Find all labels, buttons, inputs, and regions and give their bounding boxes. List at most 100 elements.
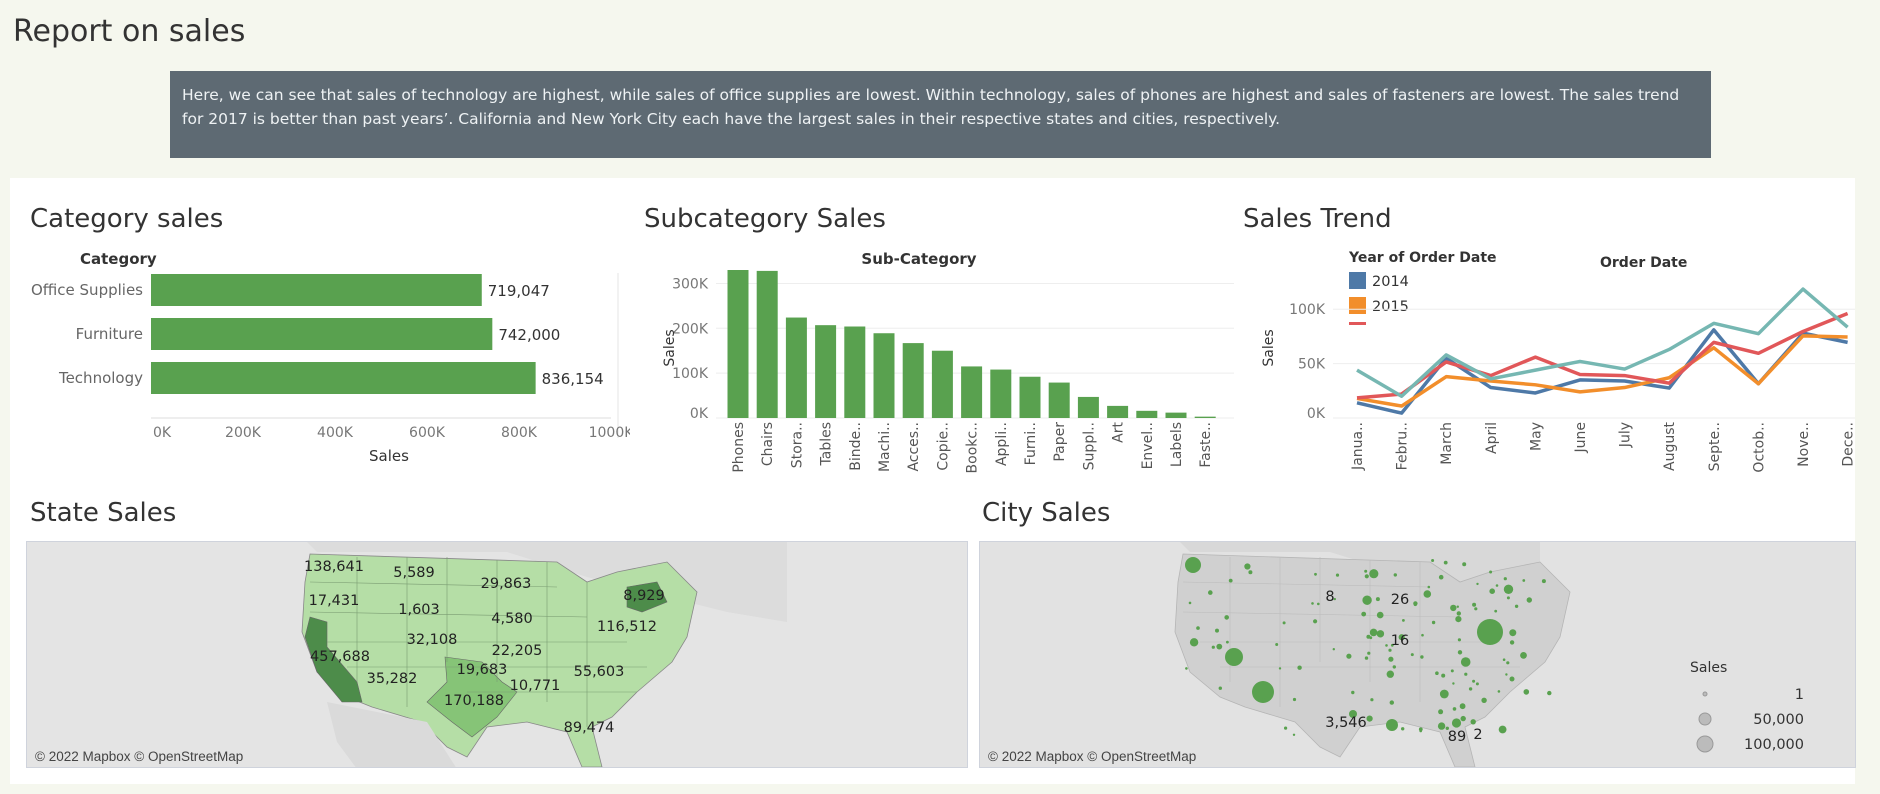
page-title: Report on sales bbox=[13, 14, 246, 49]
city-legend-label: 100,000 bbox=[1744, 737, 1804, 753]
city-bubble bbox=[1456, 611, 1461, 616]
subcategory-bar bbox=[727, 270, 749, 418]
subcategory-x-tick: Binde.. bbox=[848, 422, 864, 471]
state-value-label: 5,589 bbox=[393, 565, 435, 581]
subcategory-x-tick: Bookc.. bbox=[965, 422, 981, 473]
city-bubble bbox=[1185, 667, 1188, 670]
city-bubble bbox=[1311, 602, 1314, 605]
state-value-label: 22,205 bbox=[492, 643, 543, 659]
city-bubble bbox=[1346, 653, 1352, 659]
city-bubble bbox=[1497, 690, 1501, 693]
city-legend-circle bbox=[1696, 735, 1714, 753]
city-bubble bbox=[1451, 718, 1462, 728]
state-map-graphic: 138,641 5,589 29,863 8,929 17,431 1,603 4,580 1… bbox=[27, 542, 967, 767]
city-map-graphic: 8 26 16 3,546 89 2 Sales 1 50,000 100,000 bbox=[980, 542, 1855, 767]
city-value-label: 89 bbox=[1448, 729, 1466, 745]
city-bubble bbox=[1475, 682, 1479, 686]
city-bubble bbox=[1460, 657, 1471, 667]
city-bubble bbox=[1489, 570, 1493, 574]
trend-x-tick: Septe.. bbox=[1707, 422, 1723, 471]
category-x-tick: 400K bbox=[317, 425, 354, 441]
sales-trend-chart: Year of Order Date Order Date 2014 2015 0K 50… bbox=[1261, 250, 1855, 473]
city-bubble bbox=[1506, 596, 1510, 600]
state-value-label: 32,108 bbox=[407, 632, 458, 648]
city-bubble bbox=[1441, 673, 1446, 678]
city-bubble bbox=[1506, 661, 1510, 665]
category-label: Office Supplies bbox=[31, 281, 143, 299]
category-x-tick: 1000K bbox=[589, 425, 630, 441]
trend-legend-title: Year of Order Date bbox=[1348, 250, 1497, 266]
city-bubble bbox=[1450, 669, 1454, 673]
state-value-label: 170,188 bbox=[444, 693, 504, 709]
city-bubble bbox=[1386, 670, 1394, 678]
subcategory-x-tick: Phones bbox=[731, 422, 747, 473]
subcategory-bar bbox=[1019, 376, 1041, 418]
city-bubble bbox=[1502, 658, 1506, 661]
subcategory-bar bbox=[756, 270, 778, 418]
city-bubble bbox=[1462, 562, 1467, 567]
city-bubble bbox=[1218, 686, 1222, 690]
subcategory-x-tick: Suppl.. bbox=[1081, 422, 1097, 470]
city-legend-circle bbox=[1698, 712, 1712, 726]
category-data-label: 742,000 bbox=[498, 326, 560, 344]
city-bubble bbox=[1457, 650, 1463, 655]
trend-legend-swatch bbox=[1349, 272, 1366, 289]
city-bubble bbox=[1522, 579, 1526, 582]
subcategory-x-tick: Tables bbox=[819, 422, 835, 467]
city-bubble bbox=[1189, 638, 1199, 647]
city-sales-map[interactable]: 8 26 16 3,546 89 2 Sales 1 50,000 100,000 © 202… bbox=[979, 541, 1856, 768]
city-bubble bbox=[1450, 604, 1457, 612]
category-x-tick: 600K bbox=[409, 425, 446, 441]
city-bubble bbox=[1489, 588, 1495, 594]
category-x-tick: 800K bbox=[501, 425, 538, 441]
category-data-label: 719,047 bbox=[488, 282, 550, 300]
city-bubble bbox=[1470, 719, 1476, 725]
subcategory-x-tick: Stora.. bbox=[789, 422, 805, 468]
city-bubble bbox=[1389, 700, 1394, 705]
city-bubble bbox=[1211, 645, 1215, 649]
trend-legend-label: 2015 bbox=[1372, 299, 1409, 315]
city-bubble bbox=[1509, 676, 1515, 682]
city-bubble bbox=[1361, 611, 1367, 617]
city-value-label: 26 bbox=[1391, 592, 1409, 608]
city-bubble bbox=[1313, 619, 1318, 624]
subcategory-bar bbox=[902, 343, 924, 418]
trend-x-tick: June bbox=[1573, 422, 1589, 454]
city-bubble bbox=[1520, 652, 1527, 659]
city-bubble bbox=[1364, 569, 1368, 573]
trend-x-tick: April bbox=[1484, 422, 1500, 454]
category-label: Technology bbox=[58, 369, 143, 387]
city-bubble bbox=[1367, 651, 1371, 655]
subcategory-bar bbox=[1048, 382, 1070, 418]
subcategory-x-tick: Paper bbox=[1052, 422, 1068, 462]
city-bubble bbox=[1431, 620, 1436, 625]
city-bubble bbox=[1401, 727, 1405, 731]
state-map-credit: © 2022 Mapbox © OpenStreetMap bbox=[35, 749, 244, 764]
city-bubble bbox=[1410, 653, 1414, 657]
state-value-label: 10,771 bbox=[510, 678, 561, 694]
city-bubble bbox=[1526, 597, 1532, 603]
city-bubble bbox=[1547, 690, 1552, 696]
city-bubble bbox=[1376, 630, 1385, 638]
city-bubble bbox=[1452, 707, 1457, 711]
city-bubble bbox=[1369, 569, 1379, 579]
state-sales-map[interactable]: 138,641 5,589 29,863 8,929 17,431 1,603 4,580 1… bbox=[26, 541, 968, 768]
category-label: Furniture bbox=[76, 325, 143, 343]
city-bubble bbox=[1541, 579, 1546, 584]
city-bubble bbox=[1423, 590, 1432, 598]
city-bubble bbox=[1262, 698, 1266, 702]
trend-x-tick: Nove.. bbox=[1796, 422, 1812, 467]
city-bubble bbox=[1413, 602, 1417, 607]
city-bubble bbox=[1244, 563, 1251, 570]
state-value-label: 35,282 bbox=[367, 671, 418, 687]
state-value-label: 29,863 bbox=[481, 576, 532, 592]
city-bubble bbox=[1388, 656, 1394, 662]
city-bubble bbox=[1421, 633, 1424, 637]
city-bubble bbox=[1366, 715, 1373, 722]
trend-y-tick: 50K bbox=[1298, 357, 1326, 373]
city-bubble bbox=[1455, 616, 1462, 623]
city-legend-title: Sales bbox=[1690, 660, 1727, 676]
city-bubble bbox=[1364, 599, 1371, 605]
category-x-axis-title: Sales bbox=[369, 447, 409, 465]
category-sales-chart: Category Office Supplies 719,047 Furniture 7… bbox=[31, 250, 630, 465]
